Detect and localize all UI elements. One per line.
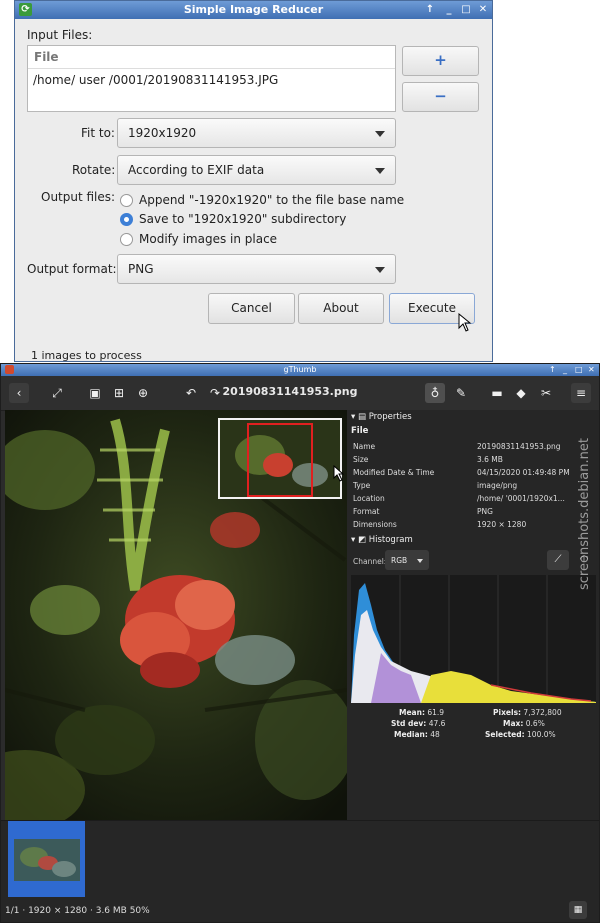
median-value: 48 xyxy=(430,730,440,739)
chevron-down-icon xyxy=(375,131,385,137)
chevron-down-icon xyxy=(375,168,385,174)
cancel-button[interactable]: Cancel xyxy=(208,293,295,324)
linear-scale-icon[interactable]: ⟋ xyxy=(547,550,569,570)
rotate-value: According to EXIF data xyxy=(128,163,265,177)
property-row: Dimensions 1920 × 1280 xyxy=(353,520,527,529)
minimize-icon[interactable]: _ xyxy=(442,3,456,17)
image-reducer-window: ⟳ Simple Image Reducer ↑ _ □ ✕ Input Fil… xyxy=(14,0,493,362)
median-label: Median: xyxy=(394,730,428,739)
navigator-overview[interactable] xyxy=(218,418,342,499)
window-title: gThumb xyxy=(283,365,317,374)
image-viewer[interactable] xyxy=(5,410,347,820)
mean-label: Mean: xyxy=(399,708,425,717)
status-bar: 1/1 · 1920 × 1280 · 3.6 MB 50% ▦ xyxy=(1,900,599,922)
add-file-button[interactable]: + xyxy=(402,46,479,76)
gthumb-window: gThumb ↑ _ □ ✕ ‹ ⤢ ▣ ⊞ ⊕ ↶ ↷ 20190831141… xyxy=(0,363,600,923)
chevron-down-icon xyxy=(417,559,423,563)
channel-value: RGB xyxy=(391,556,408,565)
property-row: Type image/png xyxy=(353,481,518,490)
close-icon[interactable]: ✕ xyxy=(476,3,490,17)
file-title: 20190831141953.png xyxy=(222,385,358,398)
window-title: Simple Image Reducer xyxy=(183,3,324,16)
output-format-select[interactable]: PNG xyxy=(117,254,396,284)
plus-icon: + xyxy=(434,51,447,69)
brush-icon[interactable]: ✎ xyxy=(451,383,471,403)
wrench-icon[interactable]: ✂ xyxy=(536,383,556,403)
status-text: 1/1 · 1920 × 1280 · 3.6 MB 50% xyxy=(5,906,150,916)
selected-label: Selected: xyxy=(485,730,525,739)
channel-label: Channel: xyxy=(353,557,387,566)
mouse-cursor-icon xyxy=(458,313,472,332)
about-button[interactable]: About xyxy=(298,293,384,324)
sidebar-panel: ▾ ▤ Properties File Name 20190831141953.p… xyxy=(347,410,599,820)
max-value: 0.6% xyxy=(525,719,545,728)
menu-arrow-icon[interactable]: ↑ xyxy=(549,364,556,376)
minus-icon: − xyxy=(434,87,447,105)
navigator-thumbnail xyxy=(220,420,340,497)
thumbnail-strip xyxy=(1,820,599,901)
fit-to-label: Fit to: xyxy=(81,126,115,140)
watermark-text: screenshots.debian.net xyxy=(577,438,592,590)
fit-icon[interactable]: ⊞ xyxy=(109,383,129,403)
mouse-cursor-icon xyxy=(333,465,345,482)
property-row: Format PNG xyxy=(353,507,493,516)
radio-indicator xyxy=(120,194,133,207)
file-column-header[interactable]: File xyxy=(28,46,395,69)
minimize-icon[interactable]: _ xyxy=(563,364,567,376)
radio-indicator xyxy=(120,233,133,246)
stddev-value: 47.6 xyxy=(428,719,446,728)
property-row: Size 3.6 MB xyxy=(353,455,503,464)
fullscreen-icon[interactable]: ⤢ xyxy=(47,383,67,403)
gthumb-titlebar[interactable]: gThumb ↑ _ □ ✕ xyxy=(1,364,599,376)
property-row: Modified Date & Time 04/15/2020 01:49:48 … xyxy=(353,468,570,477)
histogram-title: Histogram xyxy=(368,535,413,545)
file-list-item[interactable]: /home/ user /0001/20190831141953.JPG xyxy=(28,69,395,91)
radio-label: Save to "1920x1920" subdirectory xyxy=(139,212,347,226)
histogram-header[interactable]: ▾ ◩ Histogram xyxy=(351,535,413,545)
histogram-graph xyxy=(351,575,596,703)
output-format-value: PNG xyxy=(128,262,154,276)
output-files-label: Output files: xyxy=(41,190,116,204)
radio-label: Append "-1920x1920" to the file base nam… xyxy=(139,193,405,207)
zoom-in-icon[interactable]: ⊕ xyxy=(133,383,153,403)
back-icon[interactable]: ‹ xyxy=(9,383,29,403)
input-files-list[interactable]: File /home/ user /0001/20190831141953.JP… xyxy=(27,45,396,112)
tag-icon[interactable]: ◆ xyxy=(511,383,531,403)
comment-icon[interactable]: ▬ xyxy=(487,383,507,403)
one-to-one-icon[interactable]: ▣ xyxy=(85,383,105,403)
viewer-toolbar: ‹ ⤢ ▣ ⊞ ⊕ ↶ ↷ 20190831141953.png ♁ ✎ ▬ ◆… xyxy=(1,376,599,411)
properties-header[interactable]: ▾ ▤ Properties xyxy=(351,412,412,422)
status-text: 1 images to process xyxy=(31,349,142,362)
pixels-label: Pixels: xyxy=(493,708,522,717)
remove-file-button[interactable]: − xyxy=(402,82,479,112)
fit-to-select[interactable]: 1920x1920 xyxy=(117,118,396,148)
file-section-title: File xyxy=(351,426,369,436)
rotate-select[interactable]: According to EXIF data xyxy=(117,155,396,185)
maximize-icon[interactable]: □ xyxy=(459,3,473,17)
lightbulb-icon[interactable]: ♁ xyxy=(425,383,445,403)
property-row: Name 20190831141953.png xyxy=(353,442,561,451)
menu-arrow-icon[interactable]: ↑ xyxy=(423,3,437,17)
thumbnail-image xyxy=(14,839,80,881)
radio-indicator xyxy=(120,213,133,226)
thumbnail-item[interactable] xyxy=(8,821,85,897)
selected-value: 100.0% xyxy=(527,730,556,739)
properties-title: Properties xyxy=(368,412,412,422)
grid-icon[interactable]: ▦ xyxy=(569,901,587,919)
property-row: Location/home/ '0001/1920x1... xyxy=(353,494,565,503)
stddev-label: Std dev: xyxy=(391,719,427,728)
reducer-titlebar[interactable]: ⟳ Simple Image Reducer ↑ _ □ ✕ xyxy=(15,1,492,19)
fit-to-value: 1920x1920 xyxy=(128,126,197,140)
pixels-value: 7,372,800 xyxy=(523,708,562,717)
chevron-down-icon xyxy=(375,267,385,273)
input-files-label: Input Files: xyxy=(27,28,93,42)
rotate-label: Rotate: xyxy=(72,163,116,177)
output-format-label: Output format: xyxy=(27,262,117,276)
radio-label: Modify images in place xyxy=(139,232,278,246)
max-label: Max: xyxy=(503,719,524,728)
channel-select[interactable]: RGB xyxy=(385,550,429,570)
mean-value: 61.9 xyxy=(427,708,445,717)
app-icon xyxy=(5,365,14,374)
